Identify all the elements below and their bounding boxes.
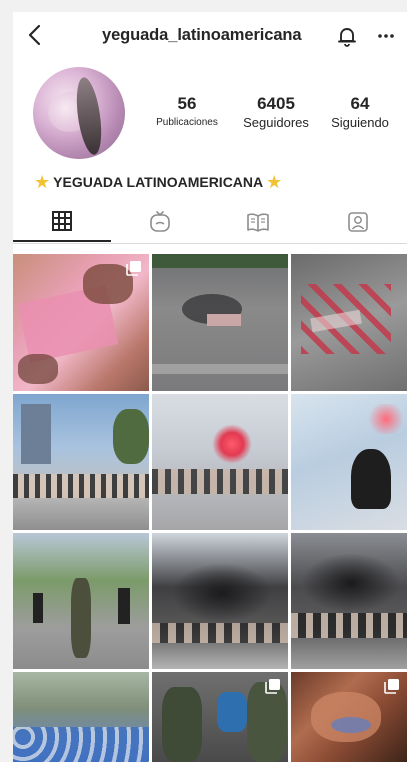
post-thumbnail[interactable] [152, 672, 288, 762]
profile-avatar[interactable] [33, 67, 125, 159]
multiple-photos-icon [384, 679, 399, 694]
bio-text: YEGUADA LATINOAMERICANA [53, 174, 264, 190]
reels-tv-icon [150, 211, 170, 232]
back-arrow-icon[interactable] [25, 23, 45, 47]
multiple-photos-icon [126, 261, 141, 276]
post-thumbnail[interactable] [152, 394, 288, 530]
profile-username: yeguada_latinoamericana [102, 26, 302, 44]
followers-label: Seguidores [243, 115, 309, 130]
tab-igtv[interactable] [111, 202, 209, 242]
following-count: 64 [350, 94, 370, 113]
followers-stat[interactable]: 6405 Seguidores [233, 94, 319, 132]
tab-divider [13, 243, 407, 244]
bell-icon[interactable] [335, 24, 359, 48]
tab-tagged[interactable] [309, 202, 407, 242]
followers-count: 6405 [257, 94, 295, 113]
profile-screen: yeguada_latinoamericana 56 Publicaciones… [13, 12, 407, 762]
following-stat[interactable]: 64 Siguiendo [323, 94, 397, 132]
guide-book-icon [247, 213, 269, 232]
following-label: Siguiendo [331, 115, 389, 130]
tab-guides[interactable] [209, 202, 307, 242]
profile-tabs [13, 202, 407, 242]
posts-stat[interactable]: 56 Publicaciones [143, 94, 231, 132]
star-emoji-icon: ★ [266, 172, 283, 192]
multiple-photos-icon [265, 679, 280, 694]
post-thumbnail[interactable] [13, 533, 149, 669]
grid-icon [52, 211, 72, 231]
post-thumbnail[interactable] [291, 254, 407, 391]
more-options-icon[interactable] [375, 27, 397, 45]
post-thumbnail[interactable] [13, 254, 149, 391]
posts-label: Publicaciones [156, 117, 218, 128]
post-thumbnail[interactable] [291, 533, 407, 669]
post-thumbnail[interactable] [291, 672, 407, 762]
posts-count: 56 [177, 94, 197, 113]
post-thumbnail[interactable] [291, 394, 407, 530]
top-bar: yeguada_latinoamericana [13, 12, 407, 58]
tab-posts-grid[interactable] [13, 202, 111, 242]
post-thumbnail[interactable] [152, 533, 288, 669]
star-emoji-icon: ★ [34, 172, 51, 192]
post-thumbnail[interactable] [152, 254, 288, 391]
post-thumbnail[interactable] [13, 672, 149, 762]
profile-bio: ★ YEGUADA LATINOAMERICANA ★ [33, 172, 283, 192]
post-thumbnail[interactable] [13, 394, 149, 530]
tagged-person-icon [348, 212, 368, 232]
